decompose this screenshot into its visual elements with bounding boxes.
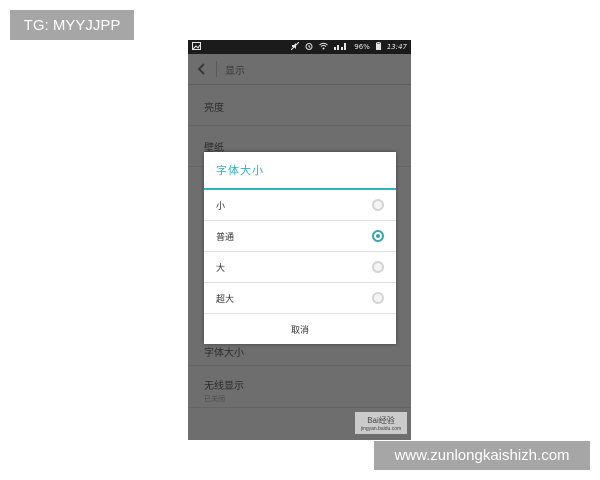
cancel-button[interactable]: 取消	[204, 314, 396, 344]
setting-wireless-display-status: 已关闭	[204, 395, 225, 403]
radio-unselected-icon[interactable]	[372, 292, 384, 304]
battery-icon	[375, 42, 381, 52]
option-large-label: 大	[216, 263, 226, 274]
font-size-dialog: 字体大小 小 普通 大 超大 取消	[204, 152, 396, 344]
dialog-title: 字体大小	[204, 152, 396, 190]
image-notification-icon	[192, 42, 201, 52]
url-watermark: www.zunlongkaishizh.com	[374, 441, 590, 470]
setting-wireless-display-label: 无线显示	[204, 381, 244, 392]
radio-unselected-icon[interactable]	[372, 199, 384, 211]
option-small[interactable]: 小	[204, 190, 396, 221]
setting-brightness[interactable]: 亮度	[188, 85, 411, 126]
option-normal[interactable]: 普通	[204, 221, 396, 252]
battery-percent: 96%	[354, 43, 370, 51]
option-small-label: 小	[216, 201, 226, 212]
mute-icon	[290, 41, 300, 52]
phone-screen: 96% 13:47 显示 亮度 壁纸 字体大小 无线显示 已关闭 Bai经验 j…	[188, 40, 411, 440]
chevron-left-icon	[197, 63, 205, 75]
alarm-icon	[305, 42, 313, 52]
status-bar: 96% 13:47	[188, 40, 411, 54]
back-button[interactable]	[188, 63, 216, 75]
action-bar: 显示	[188, 54, 411, 85]
option-large[interactable]: 大	[204, 252, 396, 283]
signal-icon	[334, 42, 348, 52]
page-title: 显示	[225, 65, 245, 77]
baidu-jingyan-watermark: Bai经验 jingyan.baidu.com	[355, 412, 407, 434]
setting-font-size-label: 字体大小	[204, 348, 244, 359]
wifi-icon	[319, 42, 329, 52]
radio-selected-icon[interactable]	[372, 230, 384, 242]
tg-watermark: TG: MYYJJPP	[10, 10, 134, 40]
radio-unselected-icon[interactable]	[372, 261, 384, 273]
setting-wireless-display[interactable]: 无线显示 已关闭	[188, 367, 411, 408]
clock: 13:47	[386, 43, 407, 51]
option-extra-large-label: 超大	[216, 294, 235, 305]
baidu-brand-text: Bai经验	[367, 415, 395, 425]
option-extra-large[interactable]: 超大	[204, 283, 396, 314]
baidu-url-text: jingyan.baidu.com	[360, 425, 402, 432]
divider	[216, 61, 217, 77]
setting-brightness-label: 亮度	[204, 103, 224, 114]
option-normal-label: 普通	[216, 232, 235, 243]
